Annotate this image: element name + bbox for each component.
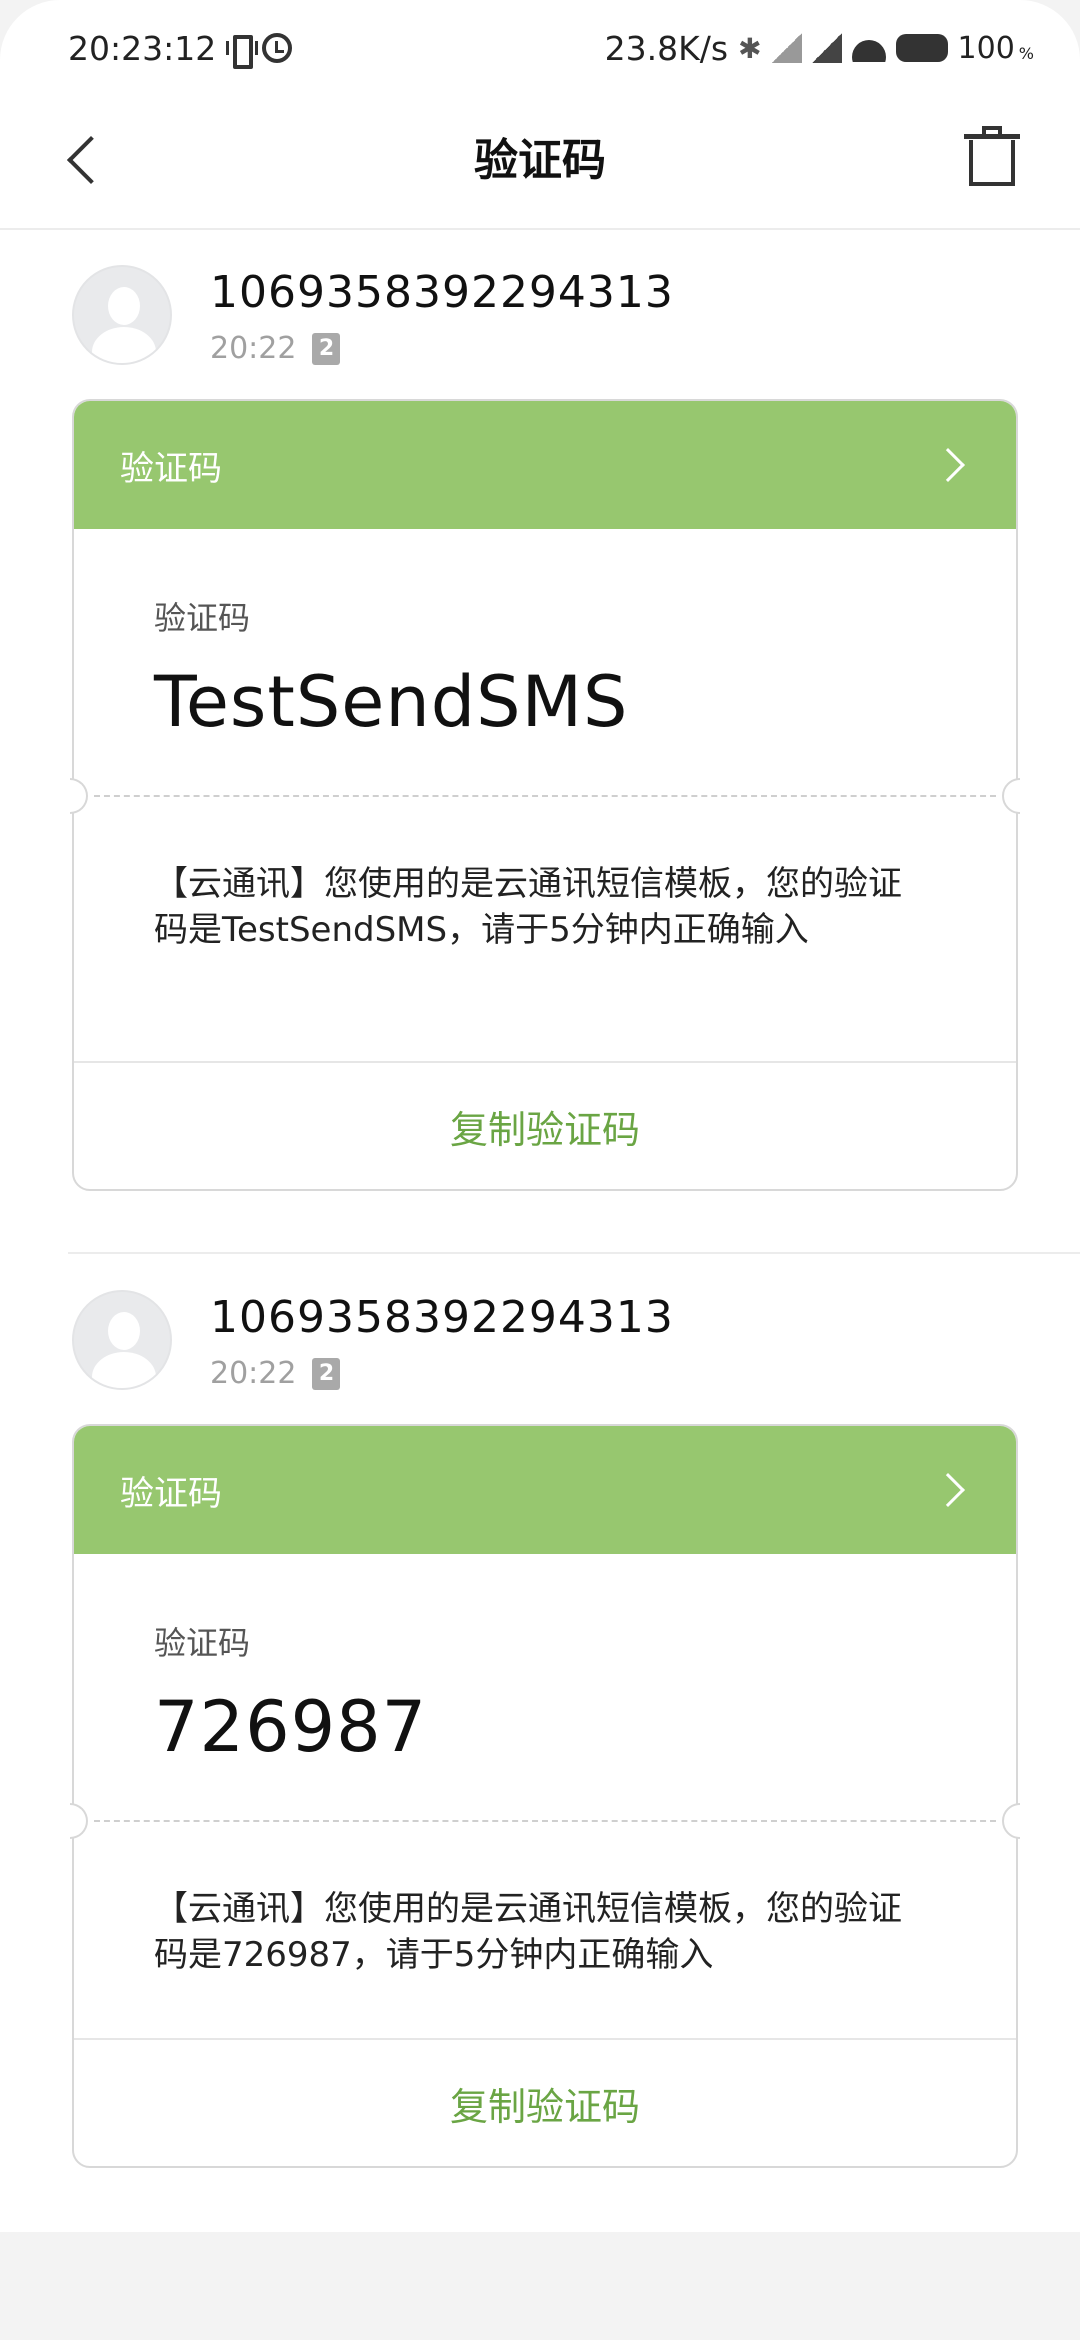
vibrate-icon bbox=[226, 33, 259, 69]
battery-unit: % bbox=[1018, 43, 1034, 63]
sender-number: 1069358392294313 bbox=[210, 267, 674, 318]
code-value[interactable]: TestSendSMS bbox=[154, 661, 1016, 743]
list-divider bbox=[68, 1252, 1080, 1254]
status-time: 20:23:12 bbox=[68, 28, 217, 68]
card-title: 验证码 bbox=[120, 1473, 222, 1514]
message-time: 20:22 bbox=[210, 331, 297, 366]
code-section: 验证码 726987 bbox=[74, 1554, 1016, 1816]
sender-number: 1069358392294313 bbox=[210, 1292, 674, 1343]
status-right: 23.8K/s ✱ 100 % bbox=[605, 29, 1034, 68]
net-speed: 23.8K/s bbox=[604, 28, 729, 68]
card-header[interactable]: 验证码 bbox=[74, 401, 1016, 529]
card-header[interactable]: 验证码 bbox=[74, 1426, 1016, 1554]
person-icon bbox=[108, 1312, 140, 1350]
status-bar: 20:23:12 23.8K/s ✱ 100 % bbox=[0, 0, 1080, 96]
battery-icon bbox=[895, 34, 948, 62]
delete-button[interactable] bbox=[964, 126, 1020, 186]
code-label: 验证码 bbox=[154, 599, 251, 637]
signal-sim2-icon bbox=[811, 33, 842, 63]
verification-card: 验证码 验证码 726987 【云通讯】您使用的是云通讯短信模板，您的验证码是7… bbox=[50, 1424, 1040, 2168]
message-meta: 20:22 2 bbox=[210, 1356, 341, 1391]
battery-level: 100 bbox=[957, 30, 1015, 66]
code-label: 验证码 bbox=[154, 1624, 251, 1662]
wifi-icon bbox=[852, 34, 886, 62]
sim-badge: 2 bbox=[312, 332, 341, 365]
message-text: 【云通讯】您使用的是云通讯短信模板，您的验证码是TestSendSMS，请于5分… bbox=[154, 864, 902, 950]
copy-section: 复制验证码 bbox=[74, 1061, 1016, 1189]
message-meta: 20:22 2 bbox=[210, 331, 341, 366]
status-left: 20:23:12 bbox=[68, 28, 293, 69]
bluetooth-icon: ✱ bbox=[738, 31, 762, 65]
code-value[interactable]: 726987 bbox=[154, 1686, 1016, 1768]
page-title: 验证码 bbox=[474, 135, 606, 186]
message-text: 【云通讯】您使用的是云通讯短信模板，您的验证码是726987，请于5分钟内正确输… bbox=[154, 1889, 902, 1975]
app-header: 验证码 bbox=[0, 96, 1080, 230]
message-time: 20:22 bbox=[210, 1356, 297, 1391]
signal-sim1-icon bbox=[771, 33, 802, 63]
copy-section: 复制验证码 bbox=[74, 2038, 1016, 2166]
ticket-divider bbox=[50, 776, 1040, 816]
copy-code-button[interactable]: 复制验证码 bbox=[450, 2076, 640, 2131]
chevron-right-icon bbox=[931, 1473, 965, 1507]
ticket-divider bbox=[50, 1801, 1040, 1841]
screen: 20:23:12 23.8K/s ✱ 100 % 验证码 10693583922… bbox=[0, 0, 1080, 2232]
card-title: 验证码 bbox=[120, 448, 222, 489]
avatar[interactable] bbox=[72, 265, 172, 365]
copy-code-button[interactable]: 复制验证码 bbox=[450, 1099, 640, 1154]
alarm-icon bbox=[262, 33, 293, 63]
verification-card: 验证码 验证码 TestSendSMS 【云通讯】您使用的是云通讯短信模板，您的… bbox=[50, 399, 1040, 1191]
sim-badge: 2 bbox=[312, 1357, 341, 1390]
person-icon bbox=[108, 287, 140, 325]
chevron-right-icon bbox=[931, 448, 965, 482]
code-section: 验证码 TestSendSMS bbox=[74, 529, 1016, 791]
avatar[interactable] bbox=[72, 1290, 172, 1390]
